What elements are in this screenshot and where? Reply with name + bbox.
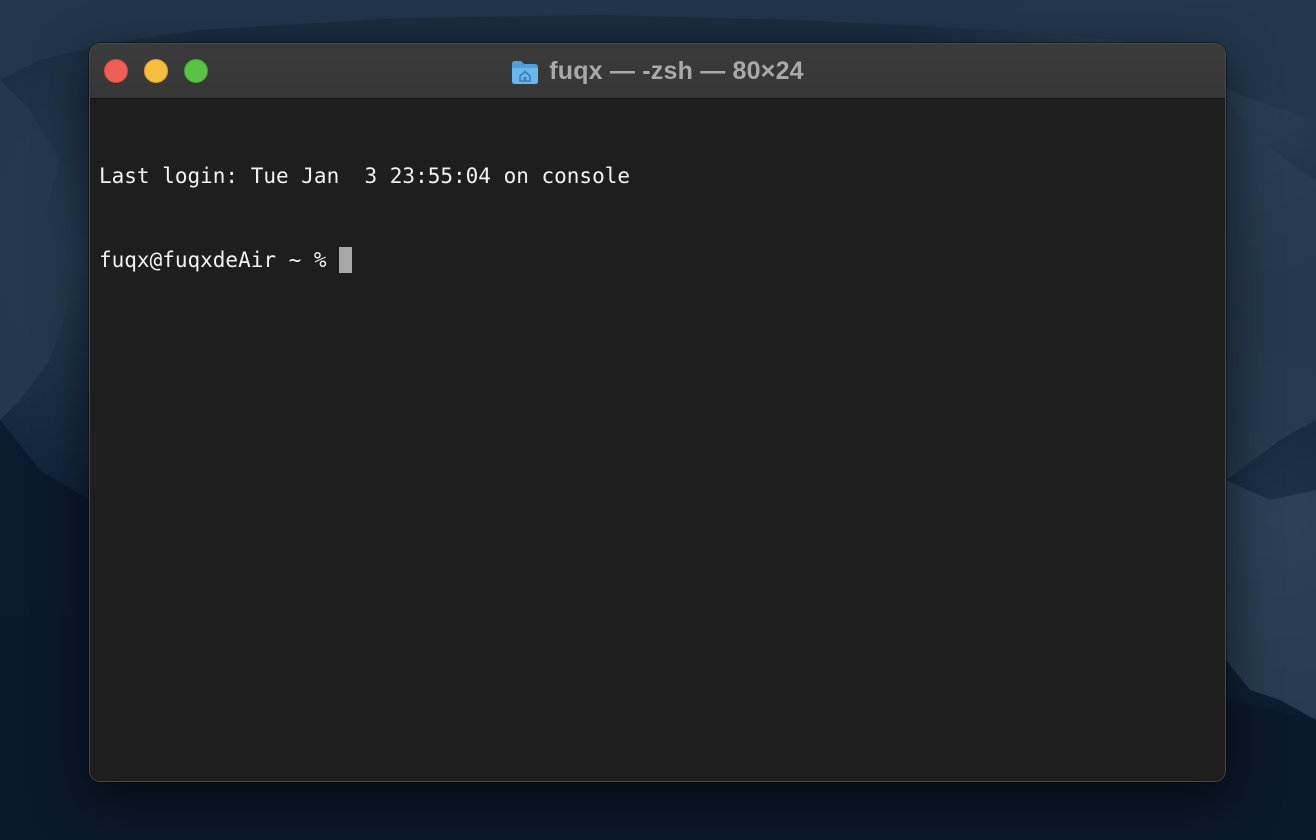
- terminal-line-last-login: Last login: Tue Jan 3 23:55:04 on consol…: [99, 164, 631, 188]
- window-title: fuqx — -zsh — 80×24: [90, 44, 1225, 99]
- terminal-content[interactable]: Last login: Tue Jan 3 23:55:04 on consol…: [90, 99, 1225, 781]
- terminal-cursor: [339, 247, 353, 273]
- terminal-window[interactable]: fuqx — -zsh — 80×24 Last login: Tue Jan …: [89, 43, 1226, 782]
- title-bar[interactable]: fuqx — -zsh — 80×24: [90, 44, 1225, 99]
- terminal-prompt: fuqx@fuqxdeAir ~ %: [99, 248, 340, 272]
- terminal-prompt-line: fuqx@fuqxdeAir ~ %: [99, 246, 1225, 274]
- home-folder-icon: [511, 59, 539, 85]
- window-title-text: fuqx — -zsh — 80×24: [549, 57, 804, 85]
